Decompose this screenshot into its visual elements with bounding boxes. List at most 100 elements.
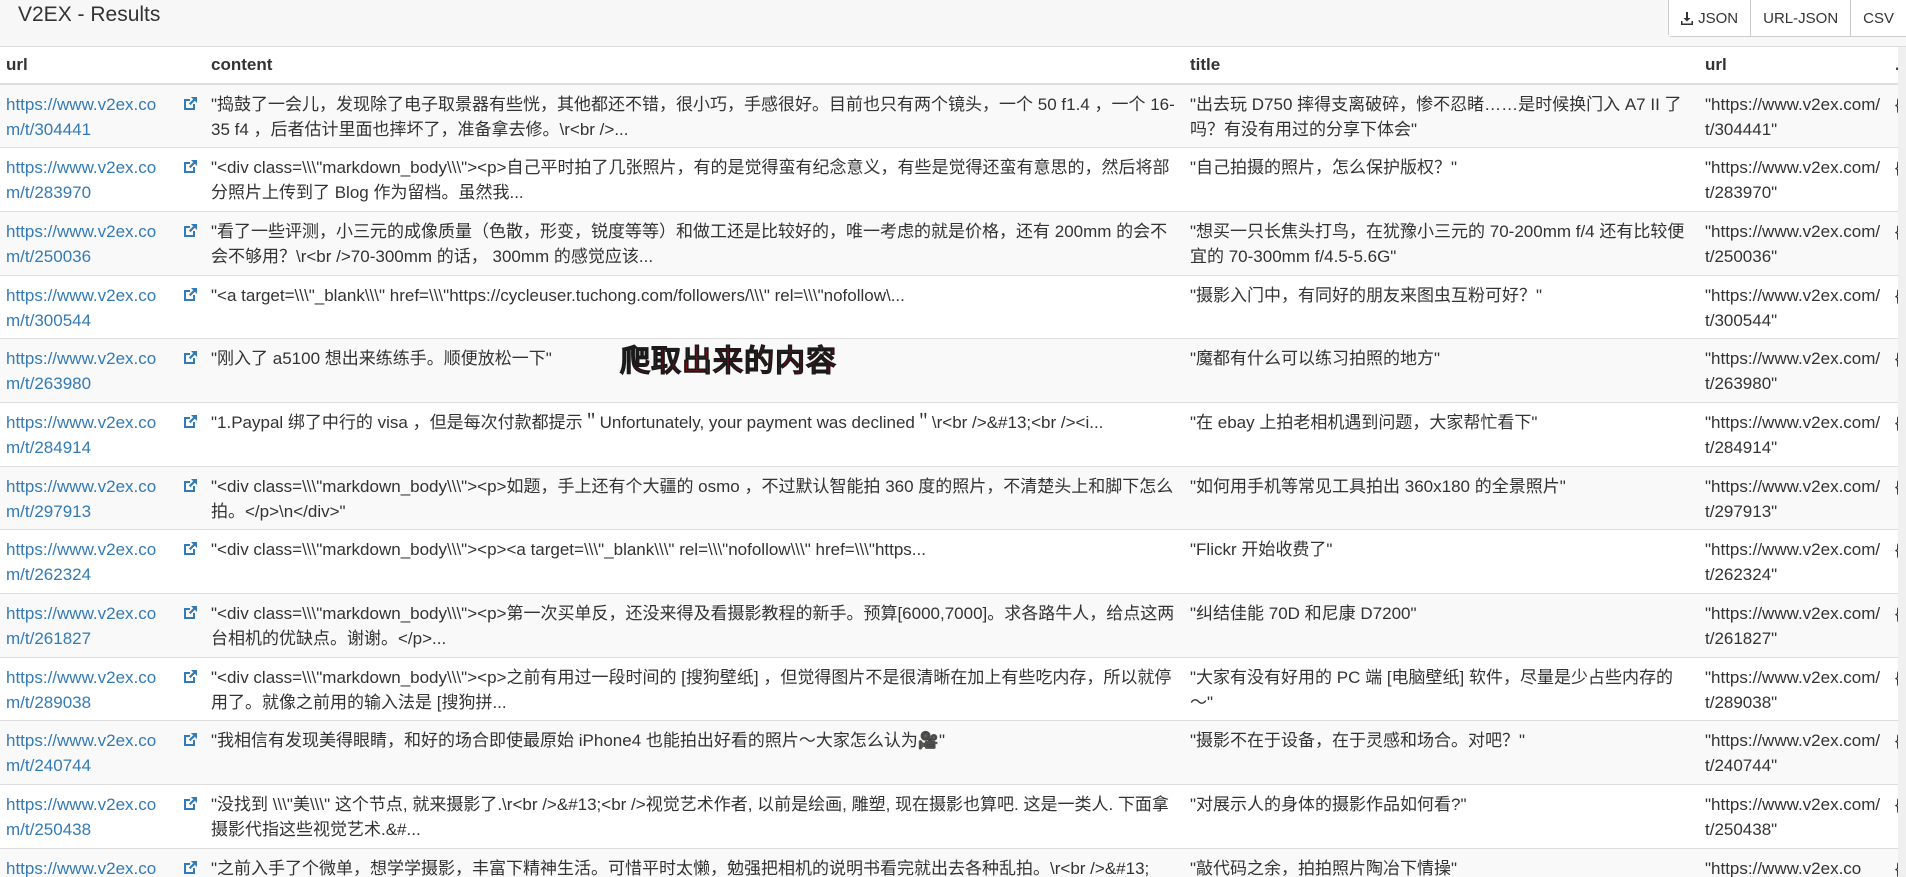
content-cell: "之前入手了个微单，想学学摄影，丰富下精神生活。可惜平时太懒，勉强把相机的说明书… [205, 847, 1184, 877]
content-cell: "我相信有发现美得眼睛，和好的场合即使最原始 iPhone4 也能拍出好看的照片… [205, 720, 1184, 785]
results-table: url content title url . https://www.v2ex… [0, 47, 1906, 877]
export-url-json-label: URL-JSON [1763, 9, 1839, 27]
content-cell: "<div class=\\\"markdown_body\\\"><p><a … [205, 529, 1184, 594]
url-link[interactable]: https://www.v2ex.com/t/284914 [6, 413, 156, 457]
url-link[interactable]: https://www.v2ex.com/t/263980 [6, 349, 156, 393]
table-row: https://www.v2ex.com/t/300544 "<a target=… [0, 274, 1906, 339]
external-link-icon[interactable] [181, 413, 199, 431]
content-cell: "<div class=\\\"markdown_body\\\"><p>如题，… [205, 465, 1184, 530]
url-value-cell: "https://www.v2ex.com/t/250438" [1699, 784, 1889, 849]
external-link-icon[interactable] [181, 158, 199, 176]
title-cell: "对展示人的身体的摄影作品如何看?" [1184, 784, 1699, 849]
url-value-cell: "https://www.v2ex.com/t/240744" [1699, 720, 1889, 785]
url-link[interactable]: https://www.v2ex.com/t/297913 [6, 477, 156, 521]
url-value-cell: "https://www.v2ex.com/t/300544" [1699, 274, 1889, 339]
url-cell: https://www.v2ex.com/t/250036 [0, 210, 205, 276]
column-header-url[interactable]: url [0, 47, 205, 85]
url-link[interactable]: https://www.v2ex.com/t/304441 [6, 95, 156, 139]
table-row: https://www.v2ex.co "之前入手了个微单，想学学摄影，丰富下精神… [0, 847, 1906, 877]
url-value-cell: "https://www.v2ex.com/t/263980" [1699, 338, 1889, 403]
content-cell: "<div class=\\\"markdown_body\\\"><p>自己平… [205, 147, 1184, 212]
url-cell: https://www.v2ex.com/t/283970 [0, 147, 205, 212]
table-row: https://www.v2ex.com/t/250036 "看了一些评测，小三元… [0, 210, 1906, 276]
url-cell: https://www.v2ex.com/t/262324 [0, 529, 205, 594]
column-header-content[interactable]: content [205, 47, 1184, 85]
url-value-cell: "https://www.v2ex.com/t/262324" [1699, 529, 1889, 594]
url-cell: https://www.v2ex.co [0, 847, 205, 877]
url-cell: https://www.v2ex.com/t/261827 [0, 593, 205, 658]
content-cell: "<div class=\\\"markdown_body\\\"><p>之前有… [205, 656, 1184, 721]
column-header-url2[interactable]: url [1699, 47, 1889, 85]
url-link[interactable]: https://www.v2ex.com/t/262324 [6, 540, 156, 584]
external-link-icon[interactable] [181, 604, 199, 622]
url-cell: https://www.v2ex.com/t/300544 [0, 274, 205, 339]
external-link-icon[interactable] [181, 95, 199, 113]
content-cell: "<div class=\\\"markdown_body\\\"><p>第一次… [205, 593, 1184, 658]
title-cell: "大家有没有好用的 PC 端 [电脑壁纸] 软件，尽量是少占些内存的～" [1184, 656, 1699, 721]
url-link[interactable]: https://www.v2ex.com/t/240744 [6, 731, 156, 775]
title-cell: "Flickr 开始收费了" [1184, 529, 1699, 594]
url-link[interactable]: https://www.v2ex.com/t/283970 [6, 158, 156, 202]
url-link[interactable]: https://www.v2ex.co [6, 859, 156, 877]
url-link[interactable]: https://www.v2ex.com/t/250036 [6, 222, 156, 266]
export-csv-label: CSV [1863, 9, 1894, 27]
url-cell: https://www.v2ex.com/t/250438 [0, 784, 205, 849]
table-row: https://www.v2ex.com/t/297913 "<div class… [0, 465, 1906, 530]
external-link-icon[interactable] [181, 795, 199, 813]
table-row: https://www.v2ex.com/t/263980 "刚入了 a5100 … [0, 338, 1906, 403]
title-cell: "魔都有什么可以练习拍照的地方" [1184, 338, 1699, 403]
title-cell: "出去玩 D750 摔得支离破碎，惨不忍睹……是时候换门入 A7 II 了吗？有… [1184, 83, 1699, 148]
url-value-cell: "https://www.v2ex.com/t/261827" [1699, 593, 1889, 658]
url-link[interactable]: https://www.v2ex.com/t/261827 [6, 604, 156, 648]
external-link-icon[interactable] [181, 859, 199, 877]
table-row: https://www.v2ex.com/t/240744 "我相信有发现美得眼睛… [0, 720, 1906, 785]
url-cell: https://www.v2ex.com/t/289038 [0, 656, 205, 721]
content-cell: "<a target=\\\"_blank\\\" href=\\\"https… [205, 274, 1184, 339]
export-json-label: JSON [1698, 9, 1739, 27]
external-link-icon[interactable] [181, 286, 199, 304]
url-link[interactable]: https://www.v2ex.com/t/300544 [6, 286, 156, 330]
export-json-button[interactable]: JSON [1669, 0, 1752, 36]
external-link-icon[interactable] [181, 668, 199, 686]
url-cell: https://www.v2ex.com/t/240744 [0, 720, 205, 785]
external-link-icon[interactable] [181, 731, 199, 749]
url-cell: https://www.v2ex.com/t/304441 [0, 83, 205, 148]
title-cell: "摄影入门中，有同好的朋友来图虫互粉可好？" [1184, 274, 1699, 339]
page-title: V2EX - Results [18, 3, 161, 26]
title-cell: "自己拍摄的照片，怎么保护版权？" [1184, 147, 1699, 212]
content-cell: "捣鼓了一会儿，发现除了电子取景器有些恍，其他都还不错，很小巧，手感很好。目前也… [205, 83, 1184, 148]
table-header-row: url content title url . [0, 47, 1906, 85]
external-link-icon[interactable] [181, 540, 199, 558]
results-table-container[interactable]: url content title url . https://www.v2ex… [0, 47, 1906, 877]
url-link[interactable]: https://www.v2ex.com/t/289038 [6, 668, 156, 712]
title-cell: "在 ebay 上拍老相机遇到问题，大家帮忙看下" [1184, 401, 1699, 467]
title-cell: "想买一只长焦头打鸟，在犹豫小三元的 70-200mm f/4 还有比较便宜的 … [1184, 210, 1699, 276]
table-row: https://www.v2ex.com/t/283970 "<div class… [0, 147, 1906, 212]
table-body: https://www.v2ex.com/t/304441 "捣鼓了一会儿，发现除… [0, 83, 1906, 877]
title-cell: "敲代码之余，拍拍照片陶冶下情操" [1184, 847, 1699, 877]
export-button-group: JSON URL-JSON CSV [1668, 0, 1906, 37]
top-bar: V2EX - Results JSON URL-JSON CSV [0, 0, 1906, 47]
external-link-icon[interactable] [181, 222, 199, 240]
export-csv-button[interactable]: CSV [1851, 0, 1906, 36]
table-row: https://www.v2ex.com/t/262324 "<div class… [0, 529, 1906, 594]
url-value-cell: "https://www.v2ex.com/t/250036" [1699, 210, 1889, 276]
annotation-label: 爬取出来的内容 [620, 344, 837, 380]
url-value-cell: "https://www.v2ex.com/t/297913" [1699, 465, 1889, 530]
url-value-cell: "https://www.v2ex.com/t/283970" [1699, 147, 1889, 212]
vertical-scrollbar[interactable] [1898, 47, 1906, 877]
url-link[interactable]: https://www.v2ex.com/t/250438 [6, 795, 156, 839]
external-link-icon[interactable] [181, 349, 199, 367]
url-value-cell: "https://www.v2ex.com/t/304441" [1699, 83, 1889, 148]
content-cell: "1.Paypal 绑了中行的 visa ，但是每次付款都提示＂Unfortun… [205, 401, 1184, 467]
table-row: https://www.v2ex.com/t/261827 "<div class… [0, 593, 1906, 658]
export-url-json-button[interactable]: URL-JSON [1751, 0, 1852, 36]
title-cell: "纠结佳能 70D 和尼康 D7200" [1184, 593, 1699, 658]
url-value-cell: "https://www.v2ex.com/t/284914" [1699, 401, 1889, 467]
column-header-title[interactable]: title [1184, 47, 1699, 85]
table-row: https://www.v2ex.com/t/289038 "<div class… [0, 656, 1906, 721]
external-link-icon[interactable] [181, 477, 199, 495]
url-cell: https://www.v2ex.com/t/263980 [0, 338, 205, 403]
download-icon [1681, 11, 1694, 25]
url-value-cell: "https://www.v2ex.co [1699, 847, 1889, 877]
